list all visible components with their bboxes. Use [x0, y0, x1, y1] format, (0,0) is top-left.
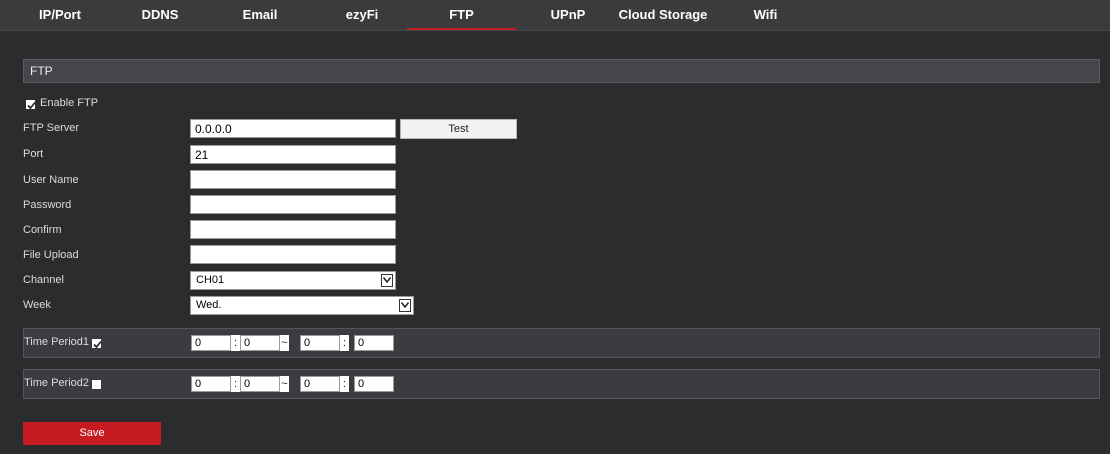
channel-value: CH01 — [196, 274, 225, 286]
week-label: Week — [23, 299, 51, 311]
time-period-1-checkbox[interactable] — [92, 339, 102, 349]
tab-bar: IP/Port DDNS Email ezyFi FTP UPnP Cloud … — [0, 0, 1110, 31]
channel-select[interactable]: CH01 — [190, 271, 396, 290]
tab-ddns[interactable]: DDNS — [133, 0, 187, 30]
username-label: User Name — [23, 174, 79, 186]
period-1-end-hour[interactable] — [300, 335, 340, 351]
time-colon: : — [340, 376, 349, 392]
save-button[interactable]: Save — [23, 422, 161, 445]
file-upload-label: File Upload — [23, 249, 79, 261]
checkmark-icon — [93, 340, 102, 349]
ftp-server-label: FTP Server — [23, 122, 80, 134]
time-period-2-label: Time Period2 — [24, 377, 90, 389]
time-colon: : — [231, 335, 240, 351]
time-period-1-label: Time Period1 — [24, 336, 90, 348]
password-input[interactable] — [190, 195, 396, 214]
tab-wifi[interactable]: Wifi — [743, 0, 788, 30]
week-select[interactable]: Wed. — [190, 296, 414, 315]
port-input[interactable] — [190, 145, 396, 164]
ftp-server-input[interactable] — [190, 119, 396, 138]
time-colon: : — [340, 335, 349, 351]
test-button[interactable]: Test — [400, 119, 517, 139]
checkmark-icon — [27, 101, 36, 110]
period-2-start-hour[interactable] — [191, 376, 231, 392]
period-2-end-hour[interactable] — [300, 376, 340, 392]
period-2-end-minute[interactable] — [354, 376, 394, 392]
tab-ezyfi[interactable]: ezyFi — [337, 0, 387, 30]
channel-label: Channel — [23, 274, 64, 286]
tab-email[interactable]: Email — [231, 0, 289, 30]
username-input[interactable] — [190, 170, 396, 189]
tab-ftp[interactable]: FTP — [407, 0, 516, 30]
time-colon: : — [231, 376, 240, 392]
tab-ip-port[interactable]: IP/Port — [30, 0, 90, 30]
period-2-start-minute[interactable] — [240, 376, 280, 392]
tab-cloud-storage[interactable]: Cloud Storage — [613, 0, 713, 30]
time-tilde: ~ — [280, 335, 289, 351]
time-period-1-row: Time Period1 : ~ : — [23, 328, 1100, 358]
enable-ftp-checkbox[interactable] — [26, 100, 36, 110]
time-period-2-row: Time Period2 : ~ : — [23, 369, 1100, 399]
period-1-start-hour[interactable] — [191, 335, 231, 351]
confirm-label: Confirm — [23, 224, 62, 236]
time-period-2-checkbox[interactable] — [92, 380, 101, 389]
chevron-down-icon[interactable] — [399, 299, 411, 312]
password-label: Password — [23, 199, 72, 211]
section-header: FTP — [23, 59, 1100, 83]
period-1-end-minute[interactable] — [354, 335, 394, 351]
tab-upnp[interactable]: UPnP — [538, 0, 598, 30]
week-value: Wed. — [196, 299, 222, 311]
chevron-down-icon[interactable] — [381, 274, 393, 287]
file-upload-input[interactable] — [190, 245, 396, 264]
time-tilde: ~ — [280, 376, 289, 392]
confirm-input[interactable] — [190, 220, 396, 239]
enable-ftp-label: Enable FTP — [40, 97, 99, 109]
port-label: Port — [23, 148, 44, 160]
period-1-start-minute[interactable] — [240, 335, 280, 351]
